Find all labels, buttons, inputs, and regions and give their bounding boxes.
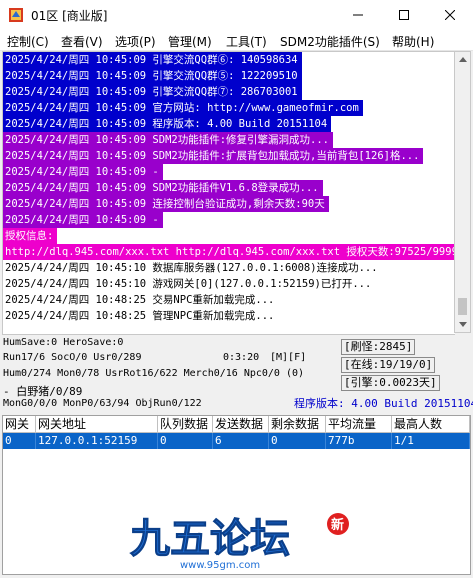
log-line: 授权信息: xyxy=(3,228,58,244)
status-run: Run17/6 SocO/0 Usr0/289 xyxy=(3,352,142,363)
close-button[interactable] xyxy=(427,0,473,30)
menu-sdm2-plugin[interactable]: SDM2功能插件(S) xyxy=(280,33,380,50)
menu-tools[interactable]: 工具(T) xyxy=(226,33,267,50)
col-header-sent[interactable]: 发送数据 xyxy=(213,416,269,433)
online-count: [在线:19/19/0] xyxy=(341,357,436,373)
minimize-button[interactable] xyxy=(335,0,381,30)
col-header-queue[interactable]: 队列数据 xyxy=(158,416,213,433)
menu-help[interactable]: 帮助(H) xyxy=(392,33,434,50)
status-monster: - 白野猪/0/89 xyxy=(3,385,83,398)
cell-queue: 0 xyxy=(158,433,213,449)
col-header-gateway[interactable]: 网关 xyxy=(3,416,36,433)
log-line: 2025/4/24/周四 10:45:09 连接控制台验证成功,剩余天数:90天 xyxy=(3,196,329,212)
status-time: 0:3:20 xyxy=(223,352,260,363)
log-line: 2025/4/24/周四 10:45:10 数据库服务器(127.0.0.1:6… xyxy=(5,262,378,274)
menu-view[interactable]: 查看(V) xyxy=(61,33,103,50)
cell-remaining: 0 xyxy=(269,433,326,449)
log-line: 2025/4/24/周四 10:45:09 SDM2功能插件:扩展背包加载成功,… xyxy=(3,148,424,164)
col-header-max-users[interactable]: 最高人数 xyxy=(392,416,470,433)
minimize-icon xyxy=(353,14,363,16)
watermark-logo: 九五论坛 www.95gm.com 新 xyxy=(130,513,349,571)
status-mong: MonG0/0/0 MonP0/63/94 ObjRun0/122 xyxy=(3,398,202,409)
cell-sent: 6 xyxy=(213,433,269,449)
maximize-button[interactable] xyxy=(381,0,427,30)
col-header-address[interactable]: 网关地址 xyxy=(36,416,158,433)
cell-address: 127.0.0.1:52159 xyxy=(36,433,158,449)
maximize-icon xyxy=(399,10,409,20)
status-flags: [M][F] xyxy=(270,352,307,363)
scroll-down-icon[interactable] xyxy=(459,322,467,327)
watermark-badge: 新 xyxy=(331,517,344,533)
log-line: 2025/4/24/周四 10:45:10 游戏网关[0](127.0.0.1:… xyxy=(5,278,372,290)
menu-options[interactable]: 选项(P) xyxy=(115,33,156,50)
title-bar: 01区 [商业版] xyxy=(0,0,473,30)
log-line: 2025/4/24/周四 10:48:25 管理NPC重新加载完成... xyxy=(5,310,275,322)
menu-bar: 控制(C) 查看(V) 选项(P) 管理(M) 工具(T) SDM2功能插件(S… xyxy=(0,30,473,51)
menu-control[interactable]: 控制(C) xyxy=(7,33,49,50)
log-panel[interactable]: 2025/4/24/周四 10:45:09 引擎交流QQ群⑥: 14059863… xyxy=(2,51,455,335)
log-line: 2025/4/24/周四 10:48:25 交易NPC重新加载完成... xyxy=(5,294,275,306)
watermark-brand: 九五论坛 xyxy=(130,516,290,562)
refresh-count: [刷怪:2845] xyxy=(341,339,416,355)
scroll-thumb[interactable] xyxy=(458,298,467,315)
col-header-avg-traffic[interactable]: 平均流量 xyxy=(326,416,392,433)
log-scrollbar[interactable] xyxy=(454,51,471,333)
status-save: HumSave:0 HeroSave:0 xyxy=(3,337,124,348)
log-line: 2025/4/24/周四 10:45:09 - xyxy=(3,164,163,180)
log-line: 2025/4/24/周四 10:45:09 引擎交流QQ群⑦: 28670300… xyxy=(3,84,302,100)
table-row[interactable]: 0 127.0.0.1:52159 0 6 0 777b 1/1 xyxy=(3,433,470,449)
log-line: 2025/4/24/周四 10:45:09 引擎交流QQ群⑥: 14059863… xyxy=(3,52,302,68)
cell-avg-traffic: 777b xyxy=(326,433,392,449)
window-title: 01区 [商业版] xyxy=(31,9,108,23)
log-line: 2025/4/24/周四 10:45:09 官方网站: http://www.g… xyxy=(3,100,363,116)
scroll-up-icon[interactable] xyxy=(459,57,467,62)
log-line: 2025/4/24/周四 10:45:09 引擎交流QQ群⑤: 12220951… xyxy=(3,68,302,84)
cell-gateway: 0 xyxy=(3,433,36,449)
log-line: http://dlq.945.com/xxx.txt http://dlq.94… xyxy=(3,244,455,260)
watermark-url: www.95gm.com xyxy=(180,560,260,571)
engine-days: [引擎:0.0023天] xyxy=(341,375,440,391)
col-header-remaining[interactable]: 剩余数据 xyxy=(269,416,326,433)
status-hum: Hum0/274 Mon0/78 UsrRot16/622 Merch0/16 … xyxy=(3,368,305,379)
menu-manage[interactable]: 管理(M) xyxy=(168,33,212,50)
log-line: 2025/4/24/周四 10:45:09 SDM2功能插件:修复引擎漏洞成功.… xyxy=(3,132,334,148)
status-panel: HumSave:0 HeroSave:0 Run17/6 SocO/0 Usr0… xyxy=(0,335,473,410)
close-icon xyxy=(445,10,455,20)
app-icon xyxy=(9,8,23,22)
log-line: 2025/4/24/周四 10:45:09 - xyxy=(3,212,163,228)
log-line: 2025/4/24/周四 10:45:09 SDM2功能插件V1.6.8登录成功… xyxy=(3,180,323,196)
cell-max-users: 1/1 xyxy=(392,433,470,449)
log-line: 2025/4/24/周四 10:45:09 程序版本: 4.00 Build 2… xyxy=(3,116,332,132)
program-version: 程序版本: 4.00 Build 20151104 xyxy=(294,397,473,410)
